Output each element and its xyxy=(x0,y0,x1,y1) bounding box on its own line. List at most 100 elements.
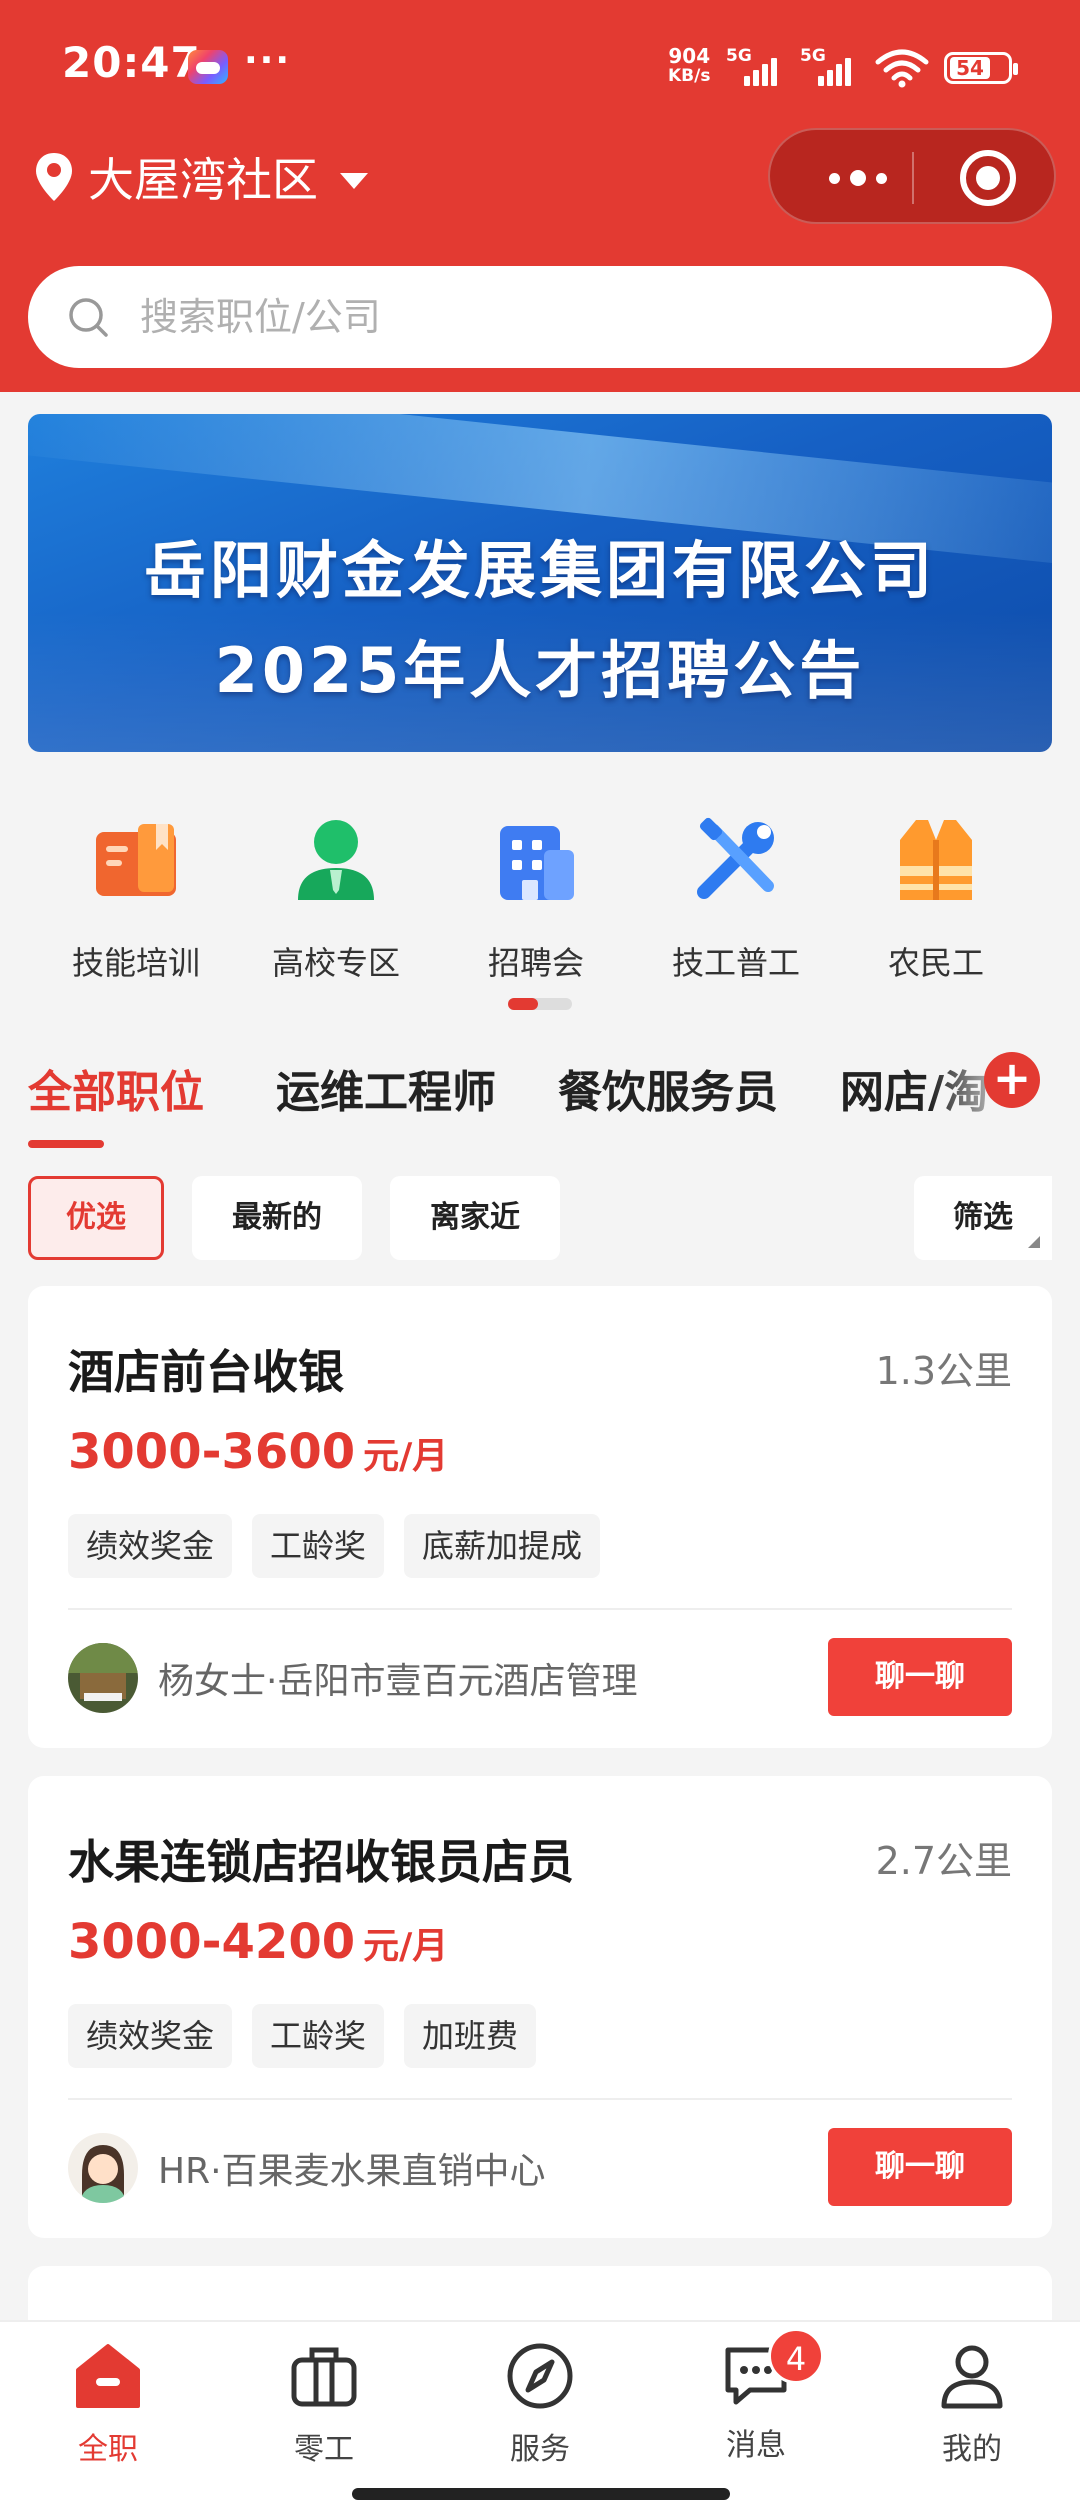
tab-services[interactable]: 服务 xyxy=(460,2340,620,2468)
category-tabs: 全部职位 运维工程师 餐饮服务员 网店/淘 xyxy=(0,1040,1080,1160)
tab-label: 零工 xyxy=(294,2432,354,2467)
location-selector[interactable]: 大屋湾社区 xyxy=(34,142,368,212)
job-tags: 绩效奖金 工龄奖 底薪加提成 xyxy=(68,1514,601,1578)
card-divider xyxy=(68,2098,1012,2100)
active-tab-indicator xyxy=(28,1140,104,1148)
network-speed-unit: KB/s xyxy=(668,66,711,86)
capsule-divider xyxy=(912,152,914,204)
job-tag: 绩效奖金 xyxy=(68,2004,233,2068)
filter-nearby[interactable]: 离家近 xyxy=(390,1176,560,1260)
tab-gig-work[interactable]: 零工 xyxy=(244,2340,404,2468)
tab-label: 我的 xyxy=(942,2432,1002,2467)
job-card[interactable]: 酒店前台收银 1.3公里 3000-3600 元/月 绩效奖金 工龄奖 底薪加提成… xyxy=(28,1286,1052,1748)
recruiter-name: 杨女士·岳阳市壹百元酒店管理 xyxy=(158,1661,638,1702)
filter-newest[interactable]: 最新的 xyxy=(192,1176,362,1260)
quick-links: 技能培训 高校专区 招聘会 技工普工 农民工 xyxy=(0,810,1080,982)
job-tag: 底薪加提成 xyxy=(404,1514,601,1578)
quick-link-migrant-workers[interactable]: 农民工 xyxy=(836,810,1036,984)
quick-links-pager xyxy=(508,998,572,1010)
filter-button-label: 筛选 xyxy=(953,1200,1013,1235)
quick-link-label: 高校专区 xyxy=(271,944,400,982)
job-title: 酒店前台收银 xyxy=(68,1345,344,1399)
wifi-icon xyxy=(875,49,929,88)
network-speed-value: 904 xyxy=(668,44,711,68)
quick-link-label: 招聘会 xyxy=(487,944,584,982)
chat-button[interactable]: 聊一聊 xyxy=(828,2128,1012,2206)
salary-range: 3000-4200 xyxy=(68,1914,356,1970)
banner-subtitle: 2025年人才招聘公告 xyxy=(214,634,866,707)
add-category-button[interactable]: + xyxy=(984,1052,1040,1108)
filter-button[interactable]: 筛选 xyxy=(914,1176,1052,1260)
tab-profile[interactable]: 我的 xyxy=(892,2340,1052,2468)
search-input[interactable] xyxy=(140,295,940,339)
tab-messages[interactable]: 4 消息 xyxy=(676,2328,836,2464)
network-speed: 904 KB/s xyxy=(668,46,710,86)
message-icon-wrap: 4 xyxy=(720,2328,824,2412)
signal-icon: 5G xyxy=(726,46,782,86)
job-tag: 绩效奖金 xyxy=(68,1514,233,1578)
game-app-icon xyxy=(188,50,228,84)
filter-bar: 优选 最新的 离家近 筛选 xyxy=(0,1176,1080,1260)
status-bar: 20:47 ··· 904 KB/s 5G 5G 54 xyxy=(0,0,1080,130)
miniprogram-capsule xyxy=(768,128,1056,224)
corner-triangle-icon xyxy=(1028,1236,1040,1248)
home-icon xyxy=(76,2344,140,2408)
tab-catering-service[interactable]: 餐饮服务员 xyxy=(558,1056,778,1120)
chat-button[interactable]: 聊一聊 xyxy=(828,1638,1012,1716)
card-divider xyxy=(68,1608,1012,1610)
tab-label: 服务 xyxy=(510,2432,570,2467)
job-tags: 绩效奖金 工龄奖 加班费 xyxy=(68,2004,537,2068)
safety-vest-icon xyxy=(900,820,972,900)
job-card[interactable]: 水果连锁店招收银员店员 2.7公里 3000-4200 元/月 绩效奖金 工龄奖 … xyxy=(28,1776,1052,2238)
location-name: 大屋湾社区 xyxy=(88,153,318,207)
status-time: 20:47 xyxy=(62,38,201,87)
quick-link-job-fair[interactable]: 招聘会 xyxy=(436,810,636,984)
sim1-label: 5G xyxy=(726,46,752,66)
quick-link-skilled-workers[interactable]: 技工普工 xyxy=(636,810,836,984)
tab-all-jobs[interactable]: 全部职位 xyxy=(28,1056,204,1120)
filter-preferred[interactable]: 优选 xyxy=(28,1176,164,1260)
recruiter-info: 杨女士·岳阳市壹百元酒店管理 xyxy=(68,1642,637,1714)
graduate-icon xyxy=(298,820,374,900)
salary-unit: 元/月 xyxy=(363,1926,449,1967)
more-options-icon[interactable] xyxy=(810,158,906,198)
tab-label: 消息 xyxy=(726,2428,786,2463)
quick-link-label: 农民工 xyxy=(887,944,984,982)
sim2-label: 5G xyxy=(800,46,826,66)
salary-range: 3000-3600 xyxy=(68,1424,356,1480)
signal-icon: 5G xyxy=(800,46,856,86)
quick-link-skills-training[interactable]: 技能培训 xyxy=(36,810,236,984)
job-salary: 3000-4200 元/月 xyxy=(68,1914,448,1970)
compass-icon xyxy=(507,2343,573,2409)
recruiter-name: HR·百果麦水果直销中心 xyxy=(158,2151,546,2192)
recruiter-info: HR·百果麦水果直销中心 xyxy=(68,2132,546,2204)
location-pin-icon xyxy=(36,153,72,201)
user-icon xyxy=(941,2345,1003,2409)
job-distance: 2.7公里 xyxy=(875,1839,1012,1883)
battery-level: 54 xyxy=(950,57,990,79)
recruitment-banner[interactable]: 岳阳财金发展集团有限公司 2025年人才招聘公告 xyxy=(28,414,1052,752)
job-title: 水果连锁店招收银员店员 xyxy=(68,1835,574,1889)
search-icon xyxy=(69,298,108,337)
battery-icon: 54 xyxy=(944,52,1018,84)
avatar xyxy=(68,1643,138,1713)
salary-unit: 元/月 xyxy=(363,1436,449,1477)
search-bar[interactable] xyxy=(28,266,1052,368)
tab-label: 全职 xyxy=(78,2432,138,2467)
quick-link-label: 技工普工 xyxy=(671,944,800,982)
book-icon xyxy=(96,824,176,896)
caret-down-icon xyxy=(340,173,368,189)
close-miniprogram-icon[interactable] xyxy=(960,150,1016,206)
quick-link-university[interactable]: 高校专区 xyxy=(236,810,436,984)
briefcase-icon xyxy=(291,2347,357,2407)
home-indicator[interactable] xyxy=(352,2488,730,2500)
unread-badge: 4 xyxy=(768,2328,824,2384)
quick-link-label: 技能培训 xyxy=(71,944,200,982)
tab-full-time[interactable]: 全职 xyxy=(28,2340,188,2468)
job-tag: 加班费 xyxy=(404,2004,537,2068)
job-salary: 3000-3600 元/月 xyxy=(68,1424,448,1480)
job-tag: 工龄奖 xyxy=(252,2004,385,2068)
job-distance: 1.3公里 xyxy=(875,1349,1012,1393)
job-tag: 工龄奖 xyxy=(252,1514,385,1578)
tab-ops-engineer[interactable]: 运维工程师 xyxy=(276,1056,496,1120)
